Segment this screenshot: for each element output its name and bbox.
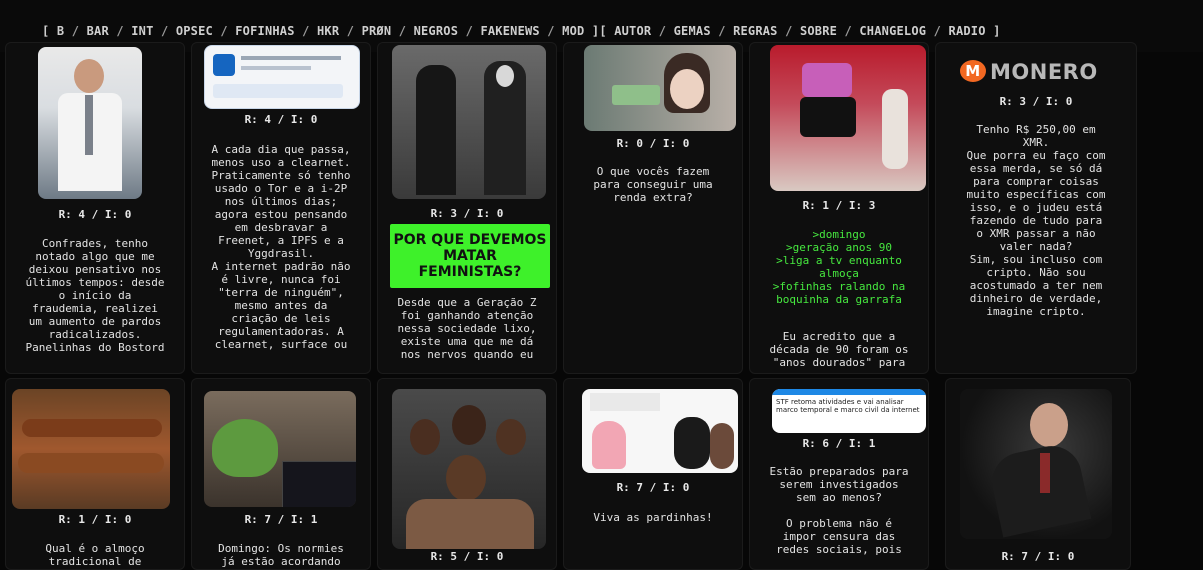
thread-card[interactable]: STF retoma atividades e vai analisar mar… (749, 378, 929, 570)
nav-bracket-open: [ (42, 24, 50, 38)
monero-icon: M (960, 60, 986, 82)
nav-board-bar[interactable]: BAR (87, 24, 109, 38)
thread-card[interactable]: R: 1 / I: 0 Qual é o almoço tradicional … (5, 378, 185, 570)
nav-board-fakenews[interactable]: FAKENEWS (480, 24, 539, 38)
thread-card[interactable]: R: 4 / I: 0 A cada dia que passa, menos … (191, 42, 371, 374)
thread-banner-image[interactable]: POR QUE DEVEMOS MATAR FEMINISTAS? (390, 224, 550, 288)
thread-stats: R: 4 / I: 0 (58, 208, 132, 221)
nav-board-mod[interactable]: MOD (562, 24, 584, 38)
thread-stats: R: 3 / I: 0 (430, 207, 504, 220)
thread-thumbnail[interactable] (392, 45, 546, 199)
nav-board-int[interactable]: INT (131, 24, 153, 38)
thread-stats: R: 5 / I: 0 (430, 550, 504, 563)
thread-excerpt: A cada dia que passa, menos uso a clearn… (211, 143, 351, 351)
thread-stats: R: 3 / I: 0 (999, 95, 1073, 108)
nav-page-radio[interactable]: RADIO (949, 24, 986, 38)
thread-excerpt: Desde que a Geração Z foi ganhando atenç… (397, 296, 537, 361)
nav-board-b[interactable]: B (57, 24, 64, 38)
thread-stats: R: 4 / I: 0 (244, 113, 318, 126)
nav-board-fofinhas[interactable]: FOFINHAS (235, 24, 294, 38)
thread-thumbnail[interactable] (960, 389, 1112, 539)
nav-board-hkr[interactable]: HKR (317, 24, 339, 38)
nav-page-sobre[interactable]: SOBRE (800, 24, 837, 38)
thread-thumbnail[interactable] (204, 391, 356, 507)
thread-card[interactable]: R: 4 / I: 0 Confrades, tenho notado algo… (5, 42, 185, 374)
thread-excerpt: Domingo: Os normies já estão acordando (218, 542, 344, 568)
thread-stats: R: 0 / I: 0 (616, 137, 690, 150)
thread-excerpt: Confrades, tenho notado algo que me deix… (25, 237, 165, 354)
nav-divider: ][ (591, 24, 607, 38)
thread-card[interactable]: R: 7 / I: 0 (945, 378, 1131, 570)
thread-stats: R: 7 / I: 0 (1001, 550, 1075, 563)
nav-page-autor[interactable]: AUTOR (614, 24, 651, 38)
thread-card[interactable]: R: 0 / I: 0 O que vocês fazem para conse… (563, 42, 743, 374)
thread-excerpt: O que vocês fazem para conseguir uma ren… (593, 165, 713, 204)
thread-thumbnail[interactable] (204, 45, 360, 109)
thread-stats: R: 7 / I: 0 (616, 481, 690, 494)
thread-stats: R: 7 / I: 1 (244, 513, 318, 526)
thread-card[interactable]: R: 7 / I: 1 Domingo: Os normies já estão… (191, 378, 371, 570)
thread-thumbnail[interactable] (392, 389, 546, 549)
thread-excerpt: Eu acredito que a década de 90 foram os … (769, 330, 909, 369)
thread-card[interactable]: R: 3 / I: 0 Desde que a Geração Z foi ga… (377, 42, 557, 374)
thread-excerpt: Tenho R$ 250,00 em XMR. Que porra eu faç… (966, 123, 1106, 318)
thread-card[interactable]: R: 3 / I: 0 Tenho R$ 250,00 em XMR. Que … (935, 42, 1137, 374)
nav-board-pron[interactable]: PRØN (362, 24, 392, 38)
thread-excerpt: Viva as pardinhas! (593, 511, 713, 524)
thread-stats: R: 1 / I: 0 (58, 513, 132, 526)
thread-card[interactable]: R: 1 / I: 3 >domingo >geração anos 90 >l… (749, 42, 929, 374)
board-navigation: [ B / BAR / INT / OPSEC / FOFINHAS / HKR… (42, 24, 1001, 38)
thread-card[interactable]: R: 7 / I: 0 Viva as pardinhas! (563, 378, 743, 570)
nav-board-negros[interactable]: NEGROS (414, 24, 459, 38)
thread-thumbnail[interactable] (12, 389, 170, 509)
thread-greentext: >domingo >geração anos 90 >liga a tv enq… (772, 228, 906, 306)
thread-thumbnail[interactable] (582, 389, 738, 473)
nav-page-gemas[interactable]: GEMAS (674, 24, 711, 38)
thread-thumbnail[interactable] (584, 45, 736, 131)
thread-card[interactable]: R: 5 / I: 0 (377, 378, 557, 570)
thread-thumbnail[interactable] (38, 47, 142, 199)
thread-excerpt: Estão preparados para serem investigados… (769, 465, 909, 556)
nav-bracket-close: ] (993, 24, 1001, 38)
nav-board-opsec[interactable]: OPSEC (176, 24, 213, 38)
monero-logo[interactable]: M MONERO (960, 60, 1120, 84)
thread-thumbnail[interactable]: STF retoma atividades e vai analisar mar… (772, 389, 926, 433)
thread-stats: R: 1 / I: 3 (802, 199, 876, 212)
thread-thumbnail[interactable] (770, 45, 926, 191)
nav-page-regras[interactable]: REGRAS (733, 24, 778, 38)
thread-excerpt: Qual é o almoço tradicional de (45, 542, 145, 568)
thumbnail-headline: STF retoma atividades e vai analisar mar… (776, 398, 920, 414)
nav-page-changelog[interactable]: CHANGELOG (859, 24, 926, 38)
thread-stats: R: 6 / I: 1 (802, 437, 876, 450)
